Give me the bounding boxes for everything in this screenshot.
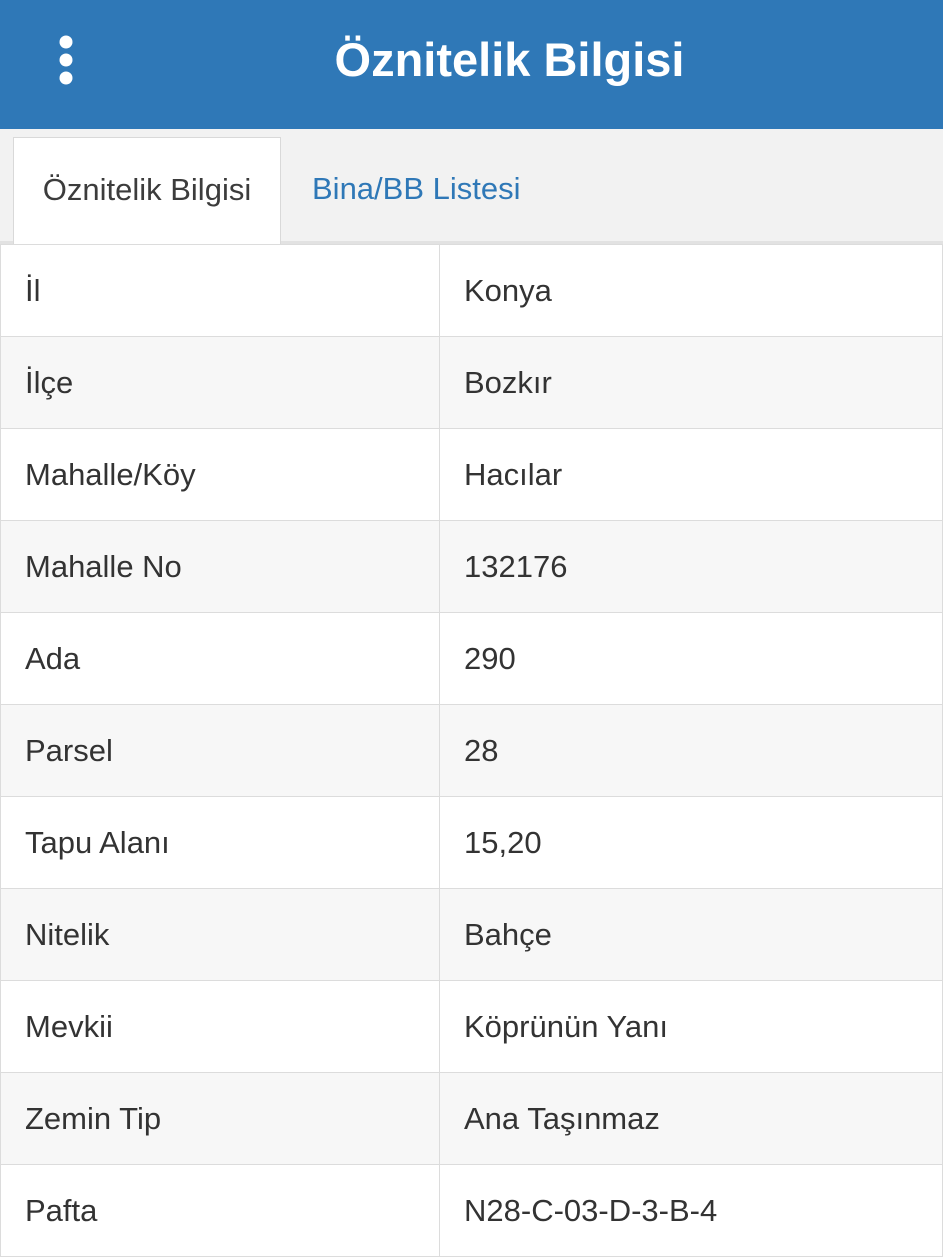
row-key: Parsel: [0, 704, 440, 797]
table-row: Nitelik Bahçe: [0, 888, 943, 981]
row-value: 15,20: [439, 796, 943, 889]
row-key: Mevkii: [0, 980, 440, 1073]
table-row: Ada 290: [0, 612, 943, 705]
tab-oznitelik-bilgisi[interactable]: Öznitelik Bilgisi: [13, 137, 281, 247]
table-row: Zemin Tip Ana Taşınmaz: [0, 1072, 943, 1165]
tab-bar: Öznitelik Bilgisi Bina/BB Listesi: [0, 129, 943, 247]
row-value: Köprünün Yanı: [439, 980, 943, 1073]
table-row: Pafta N28-C-03-D-3-B-4: [0, 1164, 943, 1257]
app-bar: Öznitelik Bilgisi: [0, 0, 943, 129]
row-value: 28: [439, 704, 943, 797]
row-key: İl: [0, 244, 440, 337]
row-value: Bahçe: [439, 888, 943, 981]
row-key: Mahalle No: [0, 520, 440, 613]
row-value: 132176: [439, 520, 943, 613]
table-row: Parsel 28: [0, 704, 943, 797]
table-row: İlçe Bozkır: [0, 336, 943, 429]
row-value: Ana Taşınmaz: [439, 1072, 943, 1165]
row-key: Zemin Tip: [0, 1072, 440, 1165]
row-value: Bozkır: [439, 336, 943, 429]
attribute-table: İl Konya İlçe Bozkır Mahalle/Köy Hacılar…: [0, 244, 943, 1257]
table-row: Mahalle/Köy Hacılar: [0, 428, 943, 521]
row-key: Pafta: [0, 1164, 440, 1257]
table-row: Tapu Alanı 15,20: [0, 796, 943, 889]
row-key: Tapu Alanı: [0, 796, 440, 889]
row-value: Hacılar: [439, 428, 943, 521]
table-row: İl Konya: [0, 244, 943, 337]
row-key: Nitelik: [0, 888, 440, 981]
page-title: Öznitelik Bilgisi: [334, 33, 685, 86]
tab-bina-bb-listesi[interactable]: Bina/BB Listesi: [312, 137, 521, 244]
row-value: N28-C-03-D-3-B-4: [439, 1164, 943, 1257]
row-key: İlçe: [0, 336, 440, 429]
row-key: Mahalle/Köy: [0, 428, 440, 521]
row-key: Ada: [0, 612, 440, 705]
row-value: Konya: [439, 244, 943, 337]
row-value: 290: [439, 612, 943, 705]
table-row: Mevkii Köprünün Yanı: [0, 980, 943, 1073]
table-row: Mahalle No 132176: [0, 520, 943, 613]
